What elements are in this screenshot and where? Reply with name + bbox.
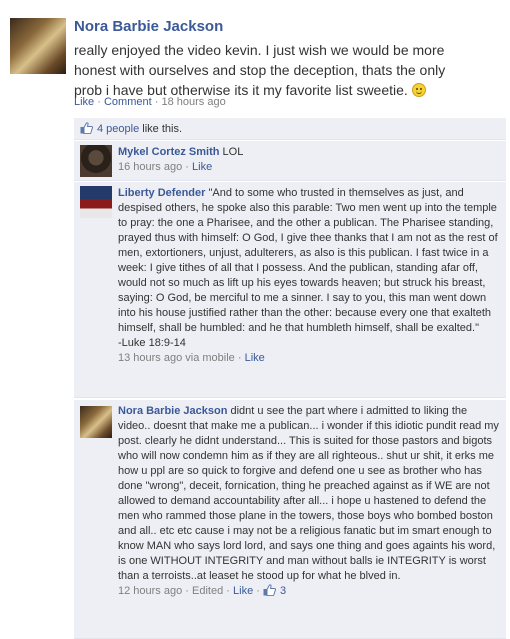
post-body: really enjoyed the video kevin. I just w… bbox=[74, 42, 446, 98]
comment: Mykel Cortez Smith LOL 16 hours ago · Li… bbox=[74, 141, 506, 181]
comment-author-name[interactable]: Mykel Cortez Smith bbox=[118, 146, 219, 158]
commenter-avatar[interactable] bbox=[80, 145, 112, 177]
comment-text: LOL bbox=[222, 146, 244, 158]
comment-body: Liberty Defender "And to some who truste… bbox=[118, 186, 502, 366]
thumbs-up-icon bbox=[263, 584, 276, 596]
commenter-avatar[interactable] bbox=[80, 186, 112, 218]
post-timestamp: 18 hours ago bbox=[161, 96, 226, 108]
comment: Nora Barbie Jackson didnt u see the part… bbox=[74, 400, 506, 639]
separator: · bbox=[237, 352, 242, 364]
comment-like-link[interactable]: Like bbox=[245, 352, 265, 364]
post-text: really enjoyed the video kevin. I just w… bbox=[74, 40, 474, 100]
comment-meta: 13 hours ago via mobile · Like bbox=[118, 351, 502, 366]
author-avatar[interactable] bbox=[10, 18, 66, 74]
separator: · bbox=[256, 585, 260, 597]
comment-like-link[interactable]: Like bbox=[192, 161, 212, 173]
comment-citation: -Luke 18:9-14 bbox=[118, 337, 186, 349]
likers-link[interactable]: 4 people bbox=[97, 123, 139, 135]
post-like-link[interactable]: Like bbox=[74, 96, 94, 108]
comment-like-link[interactable]: Like bbox=[233, 585, 253, 597]
comment-author-name[interactable]: Liberty Defender bbox=[118, 187, 205, 199]
comment-timestamp: 16 hours ago bbox=[118, 161, 183, 173]
likes-suffix: like this. bbox=[139, 123, 183, 135]
comment-author-name[interactable]: Nora Barbie Jackson bbox=[118, 405, 227, 417]
smiley-icon bbox=[411, 83, 426, 97]
comment-timestamp: 13 hours ago via mobile bbox=[118, 352, 235, 364]
post-author-name[interactable]: Nora Barbie Jackson bbox=[74, 18, 223, 35]
separator: · bbox=[226, 585, 230, 597]
main-post: Nora Barbie Jackson really enjoyed the v… bbox=[0, 0, 510, 120]
likes-summary: 4 people like this. bbox=[74, 118, 506, 140]
comment: Liberty Defender "And to some who truste… bbox=[74, 182, 506, 398]
comment-meta: 16 hours ago · Like bbox=[118, 160, 502, 175]
comment-body: Mykel Cortez Smith LOL 16 hours ago · Li… bbox=[118, 145, 502, 175]
thumbs-up-icon bbox=[80, 122, 93, 134]
comment-meta: 12 hours ago · Edited · Like · 3 bbox=[118, 584, 502, 599]
comment-like-count[interactable]: 3 bbox=[280, 585, 286, 597]
comment-text: didnt u see the part where i admitted to… bbox=[118, 405, 499, 582]
comment-timestamp: 12 hours ago bbox=[118, 585, 183, 597]
post-comment-link[interactable]: Comment bbox=[104, 96, 152, 108]
comment-text: "And to some who trusted in themselves a… bbox=[118, 187, 498, 334]
commenter-avatar[interactable] bbox=[80, 406, 112, 438]
comment-body: Nora Barbie Jackson didnt u see the part… bbox=[118, 404, 502, 599]
post-actions: Like · Comment · 18 hours ago bbox=[74, 96, 226, 108]
separator: · bbox=[185, 161, 189, 173]
separator: · bbox=[185, 585, 189, 597]
edited-label[interactable]: Edited bbox=[192, 585, 223, 597]
separator: · bbox=[97, 96, 101, 108]
separator: · bbox=[154, 96, 159, 108]
